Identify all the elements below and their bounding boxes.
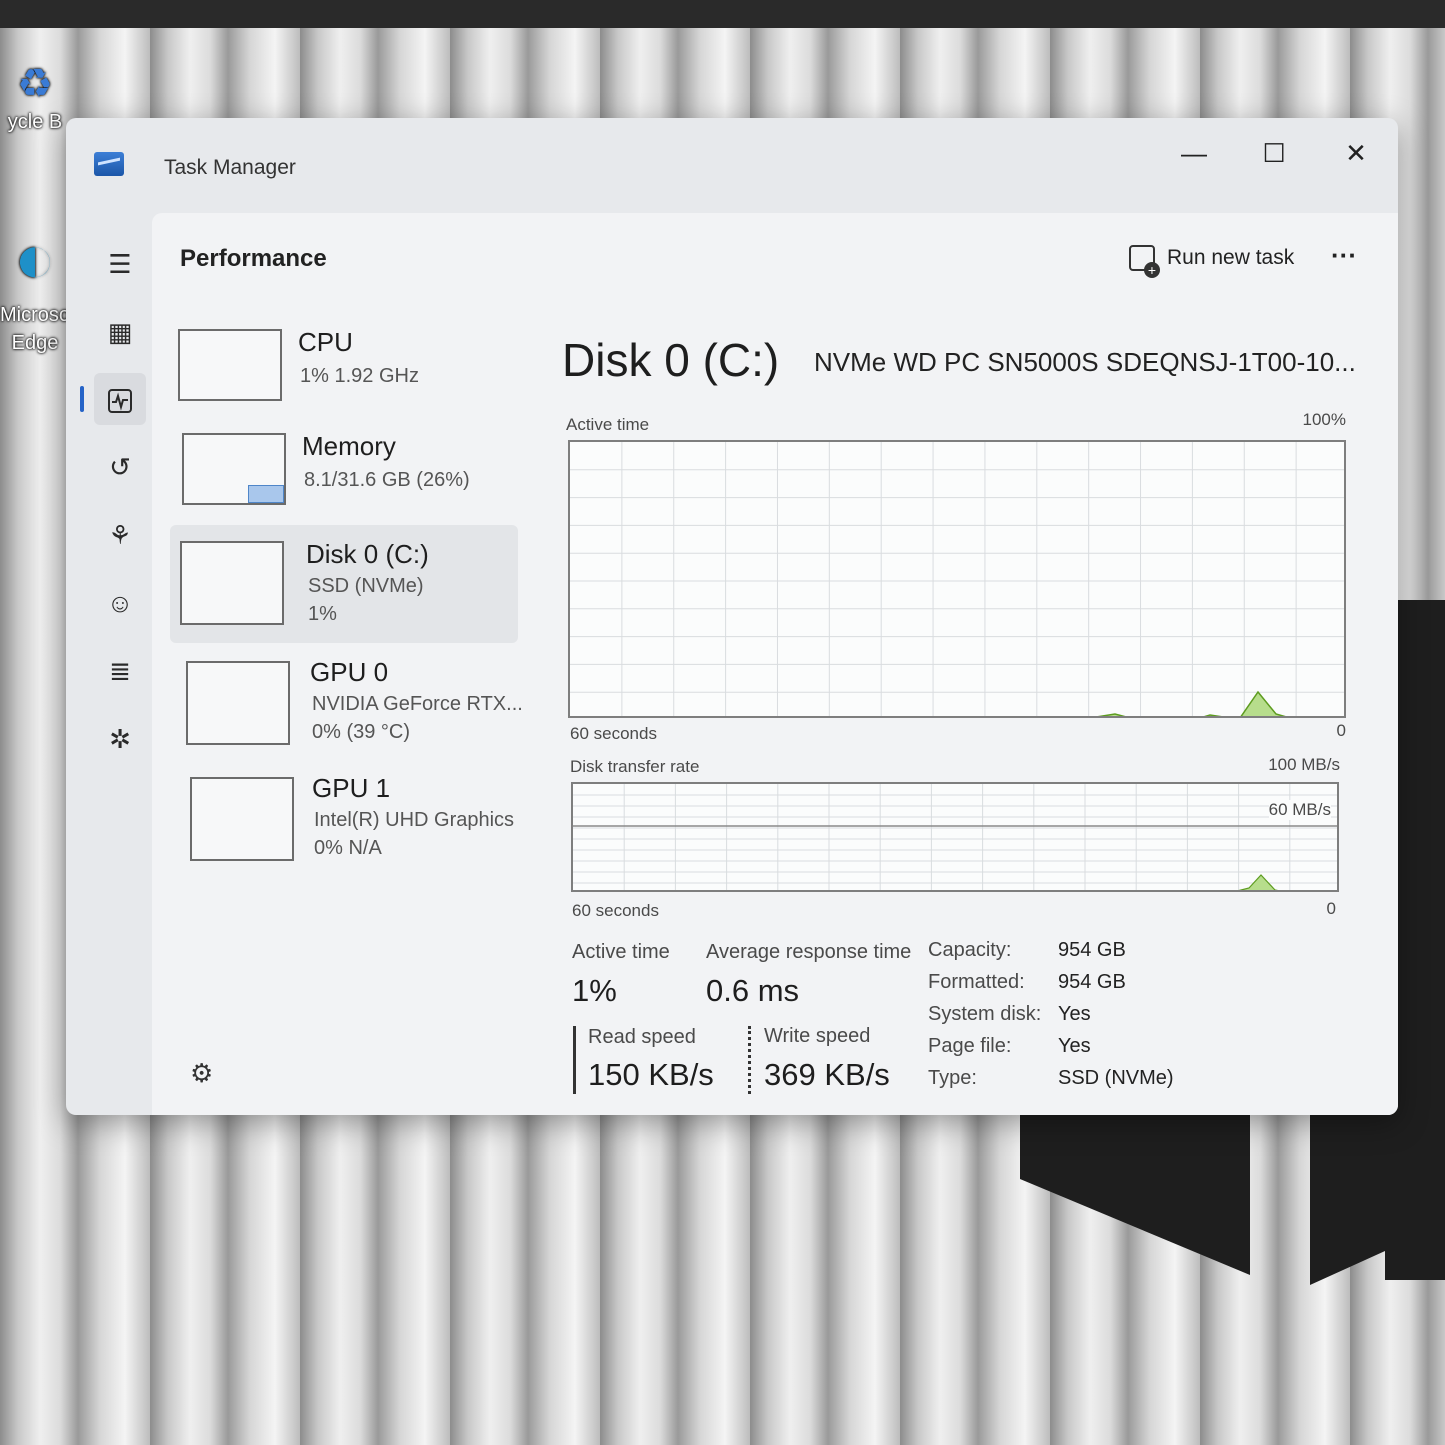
device-item-memory[interactable]: Memory 8.1/31.6 GB (26%) [172,417,520,533]
edge-icon: ◐ [13,219,57,297]
memory-usage-fill [248,485,284,503]
active-time-graph [568,440,1346,718]
property-key: Page file: [928,1035,1012,1057]
property-value: 954 GB [1058,971,1126,993]
read-speed-marker [573,1026,576,1094]
gpu-0-thumbnail [186,661,290,745]
navigation-rail: ☰ ▦ ↺ ⚘ ☺ ≣ ✲ [80,213,160,1115]
property-key: Capacity: [928,939,1012,961]
run-task-icon [1129,245,1160,279]
performance-page: Performance Run new task ··· CPU 1% 1.92… [152,213,1398,1115]
page-header: Performance Run new task ··· [152,213,1398,303]
property-key: System disk: [928,1003,1042,1025]
performance-icon[interactable] [94,373,146,425]
transfer-rate-graph-label: Disk transfer rate [570,757,700,776]
disk-thumbnail [180,541,284,625]
task-manager-window: Task Manager — ☐ ✕ ☰ ▦ ↺ ⚘ ☺ ≣ ✲ Perform… [66,118,1398,1115]
device-item-gpu-0[interactable]: GPU 0 NVIDIA GeForce RTX... 0% (39 °C) [176,647,524,763]
device-detail: Intel(R) UHD Graphics [314,809,515,831]
wallpaper-shape [1020,1115,1250,1275]
settings-gear-icon[interactable]: ⚙ [190,1058,213,1089]
desktop-icon-edge[interactable]: ◐ Microsoft Edge [0,215,82,357]
property-key: Type: [928,1067,977,1089]
active-nav-indicator [80,386,84,412]
monitor-bezel [0,0,1445,28]
device-name: CPU [298,327,353,357]
wallpaper-shape [1310,1115,1385,1285]
transfer-rate-x-right: 0 [1326,899,1336,918]
desktop-icon-recycle-bin[interactable]: ♻ ycle B [0,60,70,136]
page-title: Performance [180,245,327,272]
device-name: Memory [302,431,396,461]
device-name: GPU 1 [312,773,391,803]
services-icon[interactable]: ✲ [94,713,146,765]
device-item-cpu[interactable]: CPU 1% 1.92 GHz [168,313,516,429]
hamburger-menu-icon[interactable]: ☰ [94,238,146,290]
write-speed-marker [748,1026,751,1094]
run-new-task-label: Run new task [1167,246,1295,269]
device-detail: 8.1/31.6 GB (26%) [304,469,470,491]
transfer-rate-mid-label: 60 MB/s [1268,800,1331,820]
active-time-x-left: 60 seconds [570,724,657,743]
device-item-disk-0[interactable]: Disk 0 (C:) SSD (NVMe) 1% [170,525,518,643]
more-options-button[interactable]: ··· [1320,237,1368,279]
maximize-button[interactable]: ☐ [1244,128,1304,178]
avg-response-label: Average response time [706,941,912,963]
property-value: Yes [1058,1035,1091,1057]
device-detail: 1% [308,603,337,625]
write-speed-value: 369 KB/s [764,1057,890,1092]
transfer-rate-graph-svg [573,784,1337,890]
gpu-1-thumbnail [190,777,294,861]
active-time-stat-label: Active time [572,941,670,963]
device-detail: 0% N/A [314,837,382,859]
transfer-rate-x-left: 60 seconds [572,901,659,920]
device-detail: NVIDIA GeForce RTX... [312,693,523,715]
details-icon[interactable]: ≣ [94,645,146,697]
active-time-graph-svg [570,442,1344,716]
avg-response-value: 0.6 ms [706,973,800,1008]
memory-thumbnail [182,433,286,505]
device-name: GPU 0 [310,657,389,687]
transfer-rate-graph: 60 MB/s [571,782,1339,892]
disk-model: NVMe WD PC SN5000S SDEQNSJ-1T00-10... [814,347,1356,377]
cpu-thumbnail [178,329,282,401]
processes-icon[interactable]: ▦ [94,306,146,358]
read-speed-value: 150 KB/s [588,1057,714,1092]
task-manager-app-icon [94,152,124,176]
desktop-icon-label: ycle B [7,111,63,133]
active-time-x-right: 0 [1336,721,1346,740]
graph-grid [573,784,1337,890]
property-key: Formatted: [928,971,1025,993]
property-value: SSD (NVMe) [1058,1067,1174,1089]
device-detail: SSD (NVMe) [308,575,424,597]
desktop-icon-label: Microsoft Edge [0,304,82,354]
device-detail: 0% (39 °C) [312,721,411,743]
window-title: Task Manager [164,156,296,179]
minimize-button[interactable]: — [1164,128,1224,178]
run-new-task-button[interactable]: Run new task [1117,237,1306,279]
transfer-rate-graph-max: 100 MB/s [1268,755,1340,774]
property-value: 954 GB [1058,939,1126,961]
startup-apps-icon[interactable]: ⚘ [94,509,146,561]
active-time-graph-max: 100% [1302,410,1346,429]
device-name: Disk 0 (C:) [306,539,429,569]
write-speed-label: Write speed [764,1025,871,1047]
users-icon[interactable]: ☺ [94,577,146,629]
active-time-graph-label: Active time [566,415,650,434]
read-speed-label: Read speed [588,1026,696,1048]
property-value: Yes [1058,1003,1091,1025]
title-bar[interactable]: Task Manager — ☐ ✕ [66,118,1398,213]
graph-grid [570,442,1344,716]
active-time-graph-data [1097,690,1286,716]
close-button[interactable]: ✕ [1326,128,1386,178]
device-detail: 1% 1.92 GHz [300,365,419,387]
device-item-gpu-1[interactable]: GPU 1 Intel(R) UHD Graphics 0% N/A [180,765,528,881]
disk-title: Disk 0 (C:) [562,334,780,386]
app-history-icon[interactable]: ↺ [94,441,146,493]
performance-graph-icon [108,389,132,414]
recycle-bin-icon: ♻ [17,62,53,106]
active-time-stat-value: 1% [572,973,617,1008]
